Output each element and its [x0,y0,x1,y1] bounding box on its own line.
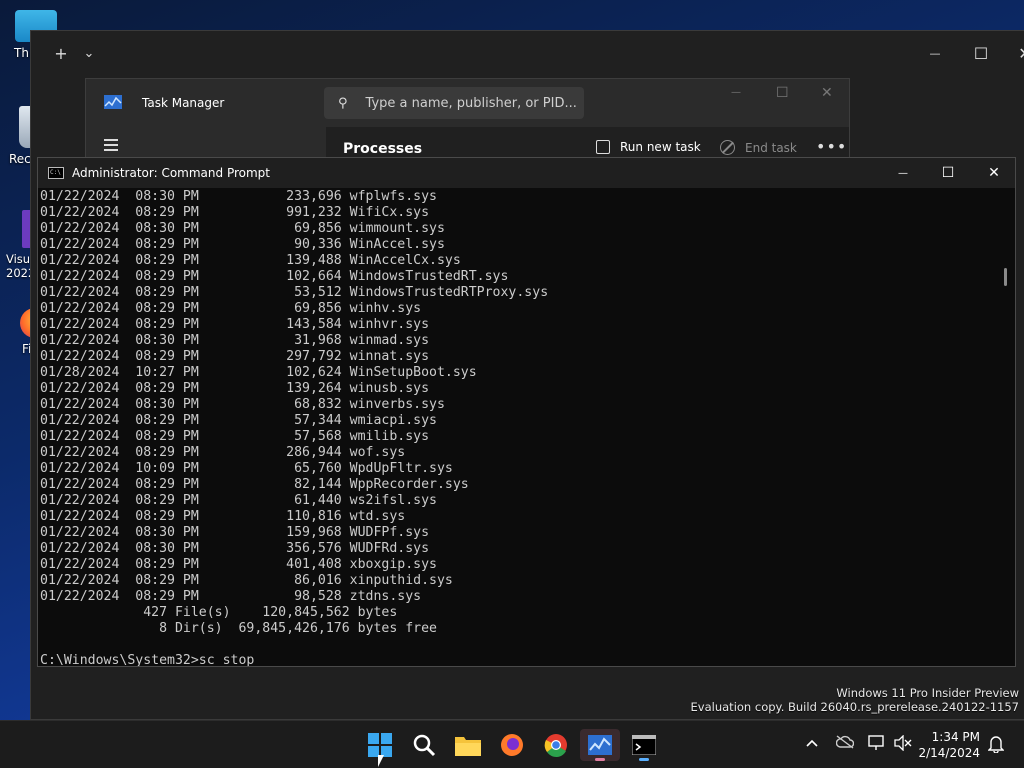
windows-logo-icon [368,733,392,757]
watermark-line2: Evaluation copy. Build 26040.rs_prerelea… [690,700,1019,714]
end-task-icon [720,140,735,155]
file-explorer-button[interactable] [448,729,488,761]
cmd-line: 01/22/2024 08:29 PM 86,016 xinputhid.sys [40,573,453,588]
task-manager-icon [104,95,122,109]
volume-muted-icon [894,734,912,752]
cmd-line: 01/22/2024 08:29 PM 991,232 WifiCx.sys [40,205,430,220]
firefox-button[interactable] [492,729,532,761]
cmd-line: C:\Windows\System32>sc stop [40,653,255,666]
cmd-line: 01/22/2024 08:29 PM 57,344 wmiacpi.sys [40,413,437,428]
clock-date: 2/14/2024 [918,746,980,760]
end-task-label: End task [745,140,797,155]
cmd-output[interactable]: 01/22/2024 08:30 PM 233,696 wfplwfs.sys 0… [40,189,997,666]
cmd-line: 01/22/2024 08:29 PM 82,144 WppRecorder.s… [40,477,469,492]
cmd-line [40,637,997,653]
running-indicator [639,758,649,761]
cmd-close-button[interactable]: ✕ [971,158,1017,188]
watermark-line1: Windows 11 Pro Insider Preview [836,686,1019,700]
cmd-line: 01/22/2024 08:29 PM 401,408 xboxgip.sys [40,557,437,572]
task-manager-taskbar-button[interactable] [580,729,620,761]
cmd-line: 01/22/2024 08:29 PM 139,488 WinAccelCx.s… [40,253,461,268]
cmd-line: 01/22/2024 08:29 PM 61,440 ws2ifsl.sys [40,493,437,508]
chrome-button[interactable] [536,729,576,761]
tab-dropdown-button[interactable]: ⌄ [69,39,109,67]
cmd-icon: C:\ [48,167,64,179]
search-icon [413,734,436,757]
cmd-line: 01/22/2024 08:29 PM 90,336 WinAccel.sys [40,237,445,252]
cloud-off-icon [835,735,855,749]
taskbar: 1:34 PM 2/14/2024 [0,720,1024,768]
windows-watermark: Windows 11 Pro Insider Preview Evaluatio… [691,686,1019,714]
task-manager-title: Task Manager [142,96,225,110]
terminal-maximize-button[interactable]: ☐ [961,39,1001,67]
cmd-line: 01/22/2024 08:30 PM 69,856 wimmount.sys [40,221,445,236]
cmd-line: 01/22/2024 08:30 PM 68,832 winverbs.sys [40,397,445,412]
firefox-icon [501,734,523,756]
cmd-line: 01/22/2024 08:29 PM 102,664 WindowsTrust… [40,269,509,284]
cmd-line: 427 File(s) 120,845,562 bytes [40,605,398,620]
page-title: Processes [343,141,423,157]
run-new-task-button[interactable]: Run new task [596,140,701,154]
run-task-icon [596,140,610,154]
cmd-line: 01/22/2024 10:09 PM 65,760 WpdUpFltr.sys [40,461,453,476]
cmd-line: 01/22/2024 08:29 PM 57,568 wmilib.sys [40,429,430,444]
task-manager-minimize-button[interactable]: — [731,87,741,98]
task-manager-icon [588,735,612,755]
cmd-line: 01/22/2024 08:30 PM 31,968 winmad.sys [40,333,430,348]
running-indicator [595,758,605,761]
search-icon: ⚲ [338,95,348,111]
end-task-button[interactable]: End task [720,140,797,155]
cmd-title: Administrator: Command Prompt [72,166,270,180]
cmd-line: 01/22/2024 08:29 PM 143,584 winhvr.sys [40,317,430,332]
cmd-line: 01/22/2024 08:29 PM 53,512 WindowsTruste… [40,285,549,300]
terminal-titlebar[interactable]: + ⌄ — ☐ ✕ [31,31,1024,75]
network-button[interactable] [868,735,886,755]
run-new-task-label: Run new task [620,140,701,154]
terminal-icon [632,735,656,755]
cmd-line: 01/22/2024 08:30 PM 356,576 WUDFRd.sys [40,541,430,556]
command-prompt-window[interactable]: C:\ Administrator: Command Prompt — ☐ ✕ … [37,157,1016,667]
chrome-icon [544,734,567,757]
mouse-cursor-icon [378,755,384,767]
task-manager-window[interactable]: Task Manager ⚲ Type a name, publisher, o… [85,78,850,168]
task-manager-search-input[interactable]: ⚲ Type a name, publisher, or PID... [324,87,584,119]
terminal-taskbar-button[interactable] [624,729,664,761]
search-button[interactable] [404,729,444,761]
more-options-button[interactable]: ••• [816,137,847,156]
hamburger-menu-icon[interactable] [104,139,118,154]
cmd-line: 01/22/2024 08:30 PM 159,968 WUDFPf.sys [40,525,430,540]
onedrive-button[interactable] [835,735,855,753]
bell-icon [987,736,1005,754]
cmd-line: 8 Dir(s) 69,845,426,176 bytes free [40,621,437,636]
task-manager-close-button[interactable]: ✕ [821,85,833,101]
cmd-line: 01/22/2024 08:30 PM 233,696 wfplwfs.sys [40,189,437,204]
cmd-line: 01/22/2024 08:29 PM 110,816 wtd.sys [40,509,406,524]
chevron-up-icon [806,739,818,747]
scrollbar-thumb[interactable] [1004,268,1007,286]
cmd-line: 01/28/2024 10:27 PM 102,624 WinSetupBoot… [40,365,477,380]
cmd-titlebar[interactable]: C:\ Administrator: Command Prompt — ☐ ✕ [38,158,1015,188]
show-hidden-icons-button[interactable] [806,735,818,751]
cmd-line: 01/22/2024 08:29 PM 297,792 winnat.sys [40,349,430,364]
terminal-close-button[interactable]: ✕ [1005,39,1024,67]
network-icon [868,735,884,750]
notifications-button[interactable] [987,735,1005,757]
terminal-minimize-button[interactable]: — [915,39,955,67]
folder-icon [455,737,481,756]
clock[interactable]: 1:34 PM 2/14/2024 [918,729,980,761]
volume-button[interactable] [894,734,912,755]
cmd-line: 01/22/2024 08:29 PM 139,264 winusb.sys [40,381,430,396]
cmd-minimize-button[interactable]: — [880,158,926,188]
cmd-maximize-button[interactable]: ☐ [925,158,971,188]
search-placeholder: Type a name, publisher, or PID... [365,95,577,111]
cmd-line: 01/22/2024 08:29 PM 286,944 wof.sys [40,445,406,460]
cmd-line: 01/22/2024 08:29 PM 98,528 ztdns.sys [40,589,422,604]
task-manager-maximize-button[interactable]: ☐ [776,85,789,101]
cmd-line: 01/22/2024 08:29 PM 69,856 winhv.sys [40,301,422,316]
clock-time: 1:34 PM [931,730,980,744]
